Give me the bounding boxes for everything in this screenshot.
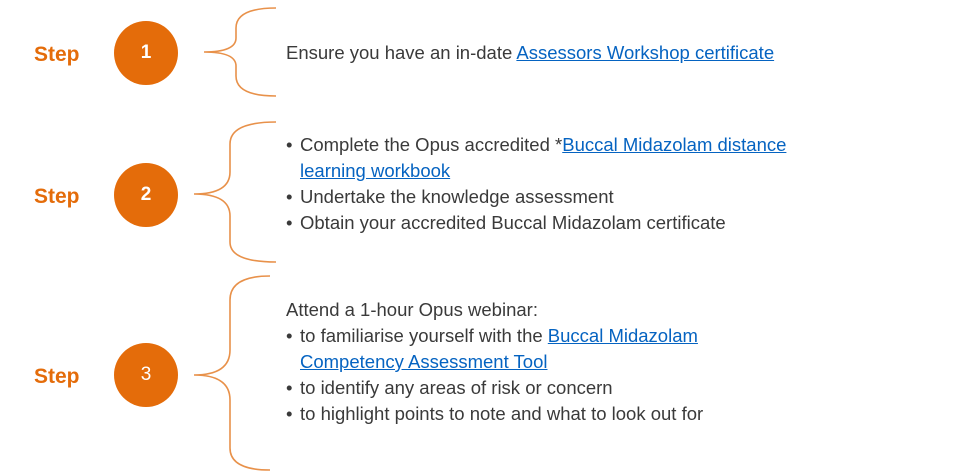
step-2-bullet-3: • Obtain your accredited Buccal Midazolam… [286,210,786,236]
step-1-text: Ensure you have an in-date [286,42,517,63]
step-1-content: Ensure you have an in-date Assessors Wor… [286,40,774,66]
assessment-tool-link-part-1[interactable]: Buccal Midazolam [548,325,698,346]
workbook-link-part-1[interactable]: Buccal Midazolam distance [562,134,786,155]
bullet-marker: • [286,325,293,346]
step-2-bullet-2-text: Undertake the knowledge assessment [300,186,614,207]
workbook-link-part-2[interactable]: learning workbook [300,160,450,181]
bullet-marker: • [286,403,293,424]
bullet-marker: • [286,134,293,155]
brace-step-3 [193,275,271,471]
brace-step-1 [203,7,277,97]
step-2-bullet-1-cont: learning workbook [286,158,786,184]
step-2-bullet-2: • Undertake the knowledge assessment [286,184,786,210]
step-3-bullet-2: • to identify any areas of risk or concer… [286,375,703,401]
bullet-marker: • [286,212,293,233]
brace-step-2 [193,121,277,263]
step-2-content: • Complete the Opus accredited *Buccal Mi… [286,132,786,236]
step-3-bullet-3: • to highlight points to note and what to… [286,401,703,427]
step-3-content: Attend a 1-hour Opus webinar: • to famili… [286,297,703,427]
step-2-bullet-1-text: Complete the Opus accredited * [300,134,563,155]
step-3-bullet-1: • to familiarise yourself with the Buccal… [286,323,703,349]
step-3-intro: Attend a 1-hour Opus webinar: [286,299,538,320]
bullet-marker: • [286,377,293,398]
step-3-bullet-3-text: to highlight points to note and what to … [300,403,704,424]
assessment-tool-link-part-2[interactable]: Competency Assessment Tool [300,351,547,372]
step-3-bullet-2-text: to identify any areas of risk or concern [300,377,613,398]
bullet-marker: • [286,186,293,207]
step-3-bullet-1-cont: Competency Assessment Tool [286,349,703,375]
assessors-workshop-link[interactable]: Assessors Workshop certificate [516,42,774,63]
step-2-bullet-1: • Complete the Opus accredited *Buccal Mi… [286,132,786,158]
step-2-bullet-3-text: Obtain your accredited Buccal Midazolam … [300,212,726,233]
step-3-bullet-1-text: to familiarise yourself with the [300,325,548,346]
